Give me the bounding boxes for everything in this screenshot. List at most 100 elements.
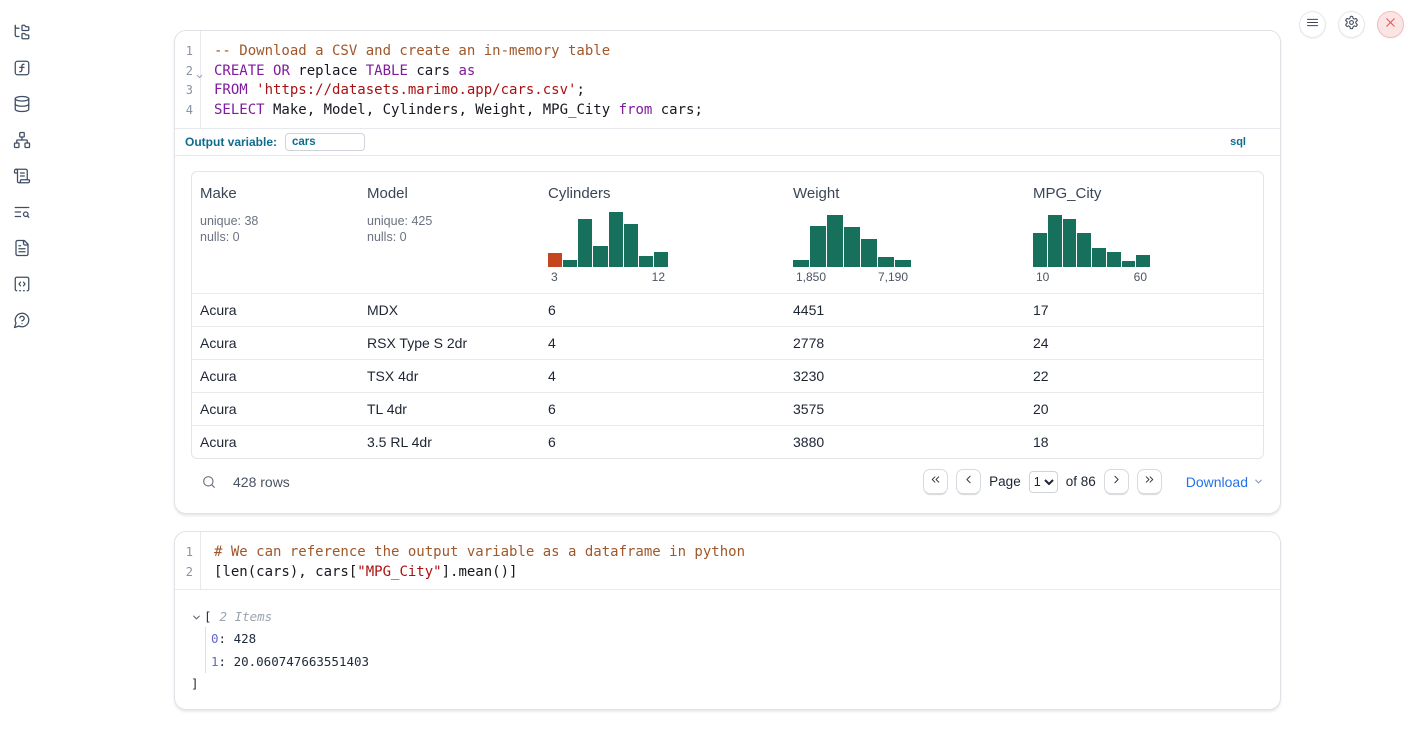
page-select[interactable]: 1	[1029, 471, 1058, 493]
column-make: Make unique: 38 nulls: 0	[192, 185, 359, 284]
next-page-button[interactable]	[1104, 469, 1129, 494]
table-cell: TSX 4dr	[359, 368, 540, 384]
histogram-bars	[1033, 212, 1150, 267]
tree-entry-key: 0	[211, 631, 219, 646]
first-page-button[interactable]	[923, 469, 948, 494]
histogram-bar	[793, 260, 809, 267]
download-button[interactable]: Download	[1186, 474, 1264, 490]
sql-code-editor[interactable]: 1234 -- Download a CSV and create an in-…	[175, 31, 1280, 129]
settings-button[interactable]	[1338, 11, 1365, 38]
table-cell: TL 4dr	[359, 401, 540, 417]
code-line[interactable]: CREATE OR replace TABLE cars as	[214, 62, 1280, 82]
table-row[interactable]: AcuraMDX6445117	[192, 293, 1263, 326]
histogram-bar	[654, 252, 668, 267]
column-header: Model	[367, 185, 532, 202]
table-row[interactable]: AcuraTL 4dr6357520	[192, 392, 1263, 425]
table-cell: Acura	[192, 434, 359, 450]
table-cell: 4	[540, 368, 785, 384]
fold-chevron-icon[interactable]	[195, 68, 204, 77]
datasources-button[interactable]	[13, 95, 31, 113]
histogram-bar	[878, 257, 894, 267]
prev-page-button[interactable]	[956, 469, 981, 494]
network-icon	[13, 131, 31, 149]
sql-cell: 1234 -- Download a CSV and create an in-…	[174, 30, 1281, 514]
line-number: 1	[175, 42, 200, 62]
output-variable-input[interactable]	[285, 133, 365, 151]
line-number-gutter: 1234	[175, 31, 201, 128]
sql-output-area: Make unique: 38 nulls: 0 Model unique: 4…	[175, 156, 1280, 513]
table-row[interactable]: Acura3.5 RL 4dr6388018	[192, 425, 1263, 458]
file-text-icon	[13, 239, 31, 257]
scratchpad-button[interactable]	[13, 167, 31, 185]
scroll-text-icon	[13, 167, 31, 185]
histogram-bar	[1122, 261, 1136, 267]
close-icon	[1383, 15, 1398, 35]
histogram-bar	[563, 260, 577, 267]
collapse-caret-icon[interactable]	[191, 611, 202, 622]
table-cell: Acura	[192, 302, 359, 318]
chevron-right-icon	[1110, 473, 1123, 491]
code-lines[interactable]: # We can reference the output variable a…	[201, 532, 1280, 589]
shutdown-button[interactable]	[1377, 11, 1404, 38]
python-cell: 12 # We can reference the output variabl…	[174, 531, 1281, 710]
table-row[interactable]: AcuraRSX Type S 2dr4277824	[192, 326, 1263, 359]
histogram-bar	[1136, 255, 1150, 267]
page-label: Page	[989, 474, 1021, 489]
code-line[interactable]: # We can reference the output variable a…	[214, 543, 1280, 563]
help-chat-button[interactable]	[13, 311, 31, 329]
hist-max-label: 7,190	[878, 270, 908, 284]
code-line[interactable]: -- Download a CSV and create an in-memor…	[214, 42, 1280, 62]
square-code-icon	[13, 275, 31, 293]
chevrons-left-icon	[929, 473, 942, 491]
gear-icon	[1344, 15, 1359, 35]
function-square-icon	[13, 59, 31, 77]
mpg-city-histogram[interactable]: 10 60	[1033, 212, 1150, 284]
code-lines[interactable]: -- Download a CSV and create an in-memor…	[201, 31, 1280, 128]
table-cell: 4451	[785, 302, 1025, 318]
cylinders-histogram[interactable]: 3 12	[548, 212, 668, 284]
column-model: Model unique: 425 nulls: 0	[359, 185, 540, 284]
histogram-bar	[1033, 233, 1047, 267]
table-cell: RSX Type S 2dr	[359, 335, 540, 351]
snippets-button[interactable]	[13, 275, 31, 293]
search-icon[interactable]	[201, 474, 217, 490]
tree-entry: 1: 20.060747663551403	[211, 650, 1264, 673]
histogram-bar	[1107, 252, 1121, 267]
documentation-button[interactable]	[13, 239, 31, 257]
histogram-bar	[639, 256, 653, 267]
variables-button[interactable]	[13, 59, 31, 77]
code-line[interactable]: SELECT Make, Model, Cylinders, Weight, M…	[214, 101, 1280, 121]
histogram-bar	[827, 215, 843, 267]
notebook-menu-button[interactable]	[1299, 11, 1326, 38]
table-cell: Acura	[192, 368, 359, 384]
table-cell: 3230	[785, 368, 1025, 384]
histogram-bar	[624, 224, 638, 267]
histogram-bar	[548, 253, 562, 267]
text-search-icon	[13, 203, 31, 221]
file-explorer-button[interactable]	[13, 23, 31, 41]
pagination: Page 1 of 86 Download	[923, 469, 1264, 494]
hist-min-label: 10	[1036, 270, 1049, 284]
table-row[interactable]: AcuraTSX 4dr4323022	[192, 359, 1263, 392]
code-line[interactable]: FROM 'https://datasets.marimo.app/cars.c…	[214, 81, 1280, 101]
weight-histogram[interactable]: 1,850 7,190	[793, 212, 911, 284]
python-code-editor[interactable]: 12 # We can reference the output variabl…	[175, 532, 1280, 590]
hamburger-icon	[1305, 15, 1320, 35]
histogram-bar	[1077, 233, 1091, 267]
table-cell: 20	[1025, 401, 1263, 417]
column-weight: Weight 1,850 7,190	[785, 185, 1025, 284]
last-page-button[interactable]	[1137, 469, 1162, 494]
table-cell: 3.5 RL 4dr	[359, 434, 540, 450]
code-line[interactable]: [len(cars), cars["MPG_City"].mean()]	[214, 563, 1280, 583]
output-variable-label: Output variable:	[185, 135, 277, 149]
hist-max-label: 12	[652, 270, 665, 284]
tree-entry-value: : 20.060747663551403	[219, 654, 370, 669]
dependency-graph-button[interactable]	[13, 131, 31, 149]
table-cell: MDX	[359, 302, 540, 318]
language-badge: sql	[1230, 136, 1246, 148]
histogram-bars	[793, 212, 911, 267]
line-number: 2	[175, 62, 200, 82]
logs-search-button[interactable]	[13, 203, 31, 221]
table-cell: 6	[540, 302, 785, 318]
column-header: Cylinders	[548, 185, 777, 202]
